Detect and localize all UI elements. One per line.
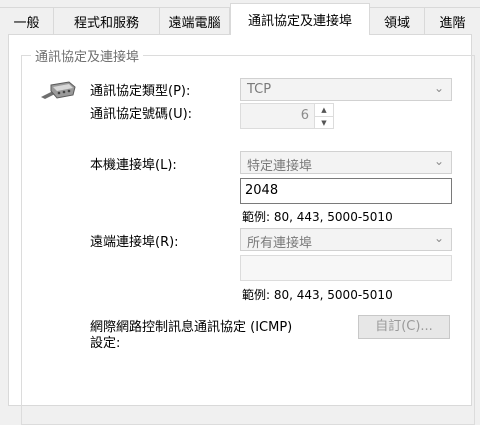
tab-programs-services[interactable]: 程式和服務: [54, 7, 160, 34]
chevron-up-icon[interactable]: ▲: [315, 104, 333, 117]
chevron-down-icon: ⌄: [433, 231, 444, 245]
protocol-number-stepper[interactable]: 6 ▲ ▼: [240, 103, 334, 129]
local-port-value: 特定連接埠: [247, 159, 313, 174]
protocol-type-select[interactable]: TCP ⌄: [240, 78, 452, 101]
remote-port-label: 遠端連接埠(R):: [90, 235, 179, 250]
group-title: 通訊協定及連接埠: [31, 46, 144, 65]
icmp-customize-button[interactable]: 自訂(C)...: [358, 315, 450, 339]
protocol-type-label: 通訊協定類型(P):: [90, 84, 191, 99]
tab-general[interactable]: 一般: [0, 7, 54, 34]
remote-port-value: 所有連接埠: [247, 236, 313, 251]
icmp-label-line2: 設定:: [90, 336, 121, 351]
remote-port-input[interactable]: [240, 255, 452, 281]
network-connector-icon: [41, 81, 76, 99]
chevron-down-icon[interactable]: ▼: [315, 117, 333, 129]
tab-remote-computers[interactable]: 遠端電腦: [160, 7, 230, 34]
protocol-number-value: 6: [300, 108, 309, 123]
protocol-number-label: 通訊協定號碼(U):: [90, 107, 193, 122]
tab-advanced[interactable]: 進階: [425, 7, 480, 34]
local-port-select[interactable]: 特定連接埠 ⌄: [240, 151, 452, 174]
chevron-down-icon: ⌄: [433, 81, 444, 95]
chevron-down-icon: ⌄: [433, 154, 444, 168]
tab-bar: 一般 程式和服務 遠端電腦 通訊協定及連接埠 領域 進階: [0, 0, 480, 35]
stepper-buttons[interactable]: ▲ ▼: [314, 104, 333, 128]
local-port-input[interactable]: 2048: [240, 178, 452, 204]
local-port-label: 本機連接埠(L):: [90, 158, 177, 173]
local-port-input-value: 2048: [245, 183, 279, 198]
remote-port-example: 範例: 80, 443, 5000-5010: [242, 288, 393, 302]
protocol-type-value: TCP: [247, 82, 272, 97]
remote-port-select[interactable]: 所有連接埠 ⌄: [240, 228, 452, 251]
tab-scope[interactable]: 領域: [370, 7, 425, 34]
tab-protocols-ports[interactable]: 通訊協定及連接埠: [230, 3, 370, 35]
local-port-example: 範例: 80, 443, 5000-5010: [242, 210, 393, 224]
